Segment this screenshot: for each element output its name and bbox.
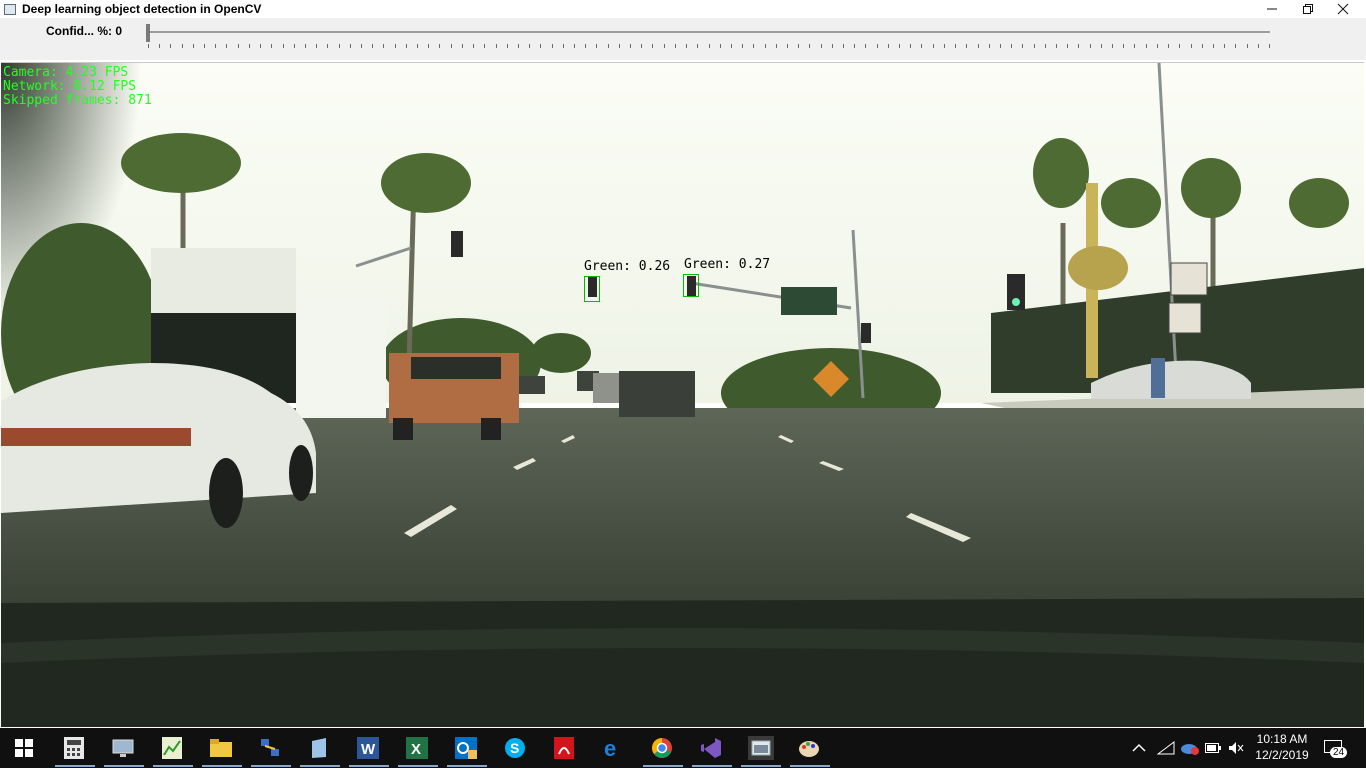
network-fps-text: Network: 0.12 FPS [3, 79, 137, 94]
no-right-turn-sign [1170, 262, 1208, 296]
skipped-frames-text: Skipped frames: 871 [3, 93, 152, 108]
confidence-trackbar-panel: Confid... %: 0 [0, 18, 1366, 60]
opencv-window-icon[interactable] [748, 736, 774, 760]
volume-tray[interactable] [1228, 728, 1244, 768]
excel-icon[interactable]: X [405, 736, 429, 760]
running-indicator-network [251, 765, 291, 767]
close-button[interactable] [1320, 0, 1366, 18]
wifi-tray[interactable] [1157, 728, 1175, 768]
pickup-window [411, 357, 501, 379]
pedestrian [1151, 358, 1165, 398]
trackbar-label: Confid... %: 0 [46, 24, 122, 38]
cloud-error-icon [1181, 744, 1199, 755]
skype-icon[interactable]: S [503, 736, 527, 760]
onedrive-tray[interactable] [1180, 728, 1200, 768]
trackbar-ticks [148, 44, 1270, 48]
volume-muted-icon [1229, 742, 1244, 754]
taskbar: W X S e 10:18 AM 12/2/2019 24 [0, 728, 1366, 768]
acrobat-icon[interactable] [552, 736, 576, 760]
trackbar-thumb[interactable] [146, 24, 150, 42]
battery-tray[interactable] [1205, 728, 1221, 768]
close-icon [1337, 3, 1349, 15]
paint-icon[interactable] [797, 736, 821, 760]
running-indicator-file-explorer [202, 765, 242, 767]
running-indicator-visual-studio [692, 765, 732, 767]
running-indicator-notepad [300, 765, 340, 767]
no-parking-sign [1168, 302, 1202, 334]
restore-icon [1303, 4, 1313, 14]
minimize-icon [1267, 8, 1277, 10]
window-title: Deep learning object detection in OpenCV [22, 2, 262, 16]
detection-box-2 [683, 274, 699, 297]
running-indicator-outlook [447, 765, 487, 767]
wifi-icon [1157, 741, 1175, 755]
clock-date: 12/2/2019 [1255, 748, 1309, 762]
file-explorer-icon[interactable] [209, 736, 233, 760]
remote-desktop-icon[interactable] [111, 736, 135, 760]
edge-icon[interactable]: e [601, 736, 625, 760]
fps-overlay: Camera: 4.23 FPS Network: 0.12 FPS Skipped… [3, 66, 152, 108]
box-truck-side [296, 293, 386, 418]
app-icon [4, 3, 16, 15]
camera-fps-text: Camera: 4.23 FPS [3, 65, 129, 80]
dashboard [1, 598, 1364, 727]
word-icon[interactable]: W [356, 736, 380, 760]
street-sign [781, 287, 837, 315]
action-center[interactable]: 24 [1324, 728, 1348, 768]
task-manager-icon[interactable] [160, 736, 184, 760]
detection-label-1: Green: 0.26 [584, 259, 671, 274]
show-hidden-icons[interactable] [1132, 728, 1146, 768]
outlook-icon[interactable] [454, 736, 478, 760]
running-indicator-word [349, 765, 389, 767]
running-indicator-paint [790, 765, 830, 767]
network-icon[interactable] [258, 736, 282, 760]
calculator-icon[interactable] [62, 736, 86, 760]
taskbar-clock[interactable]: 10:18 AM 12/2/2019 [1248, 731, 1316, 763]
svg-text:e: e [604, 737, 616, 759]
video-frame: Camera: 4.23 FPS Network: 0.12 FPS Skipped… [1, 62, 1364, 727]
running-indicator-excel [398, 765, 438, 767]
running-indicator-opencv [741, 765, 781, 767]
battery-icon [1205, 743, 1221, 753]
store-sign [1068, 246, 1128, 290]
street-scene [1, 63, 1364, 727]
clock-time: 10:18 AM [1256, 732, 1308, 746]
visual-studio-icon[interactable] [699, 736, 723, 760]
svg-text:S: S [510, 740, 519, 756]
windows-start-icon[interactable] [12, 736, 36, 760]
white-car-taillights [1, 428, 191, 446]
svg-text:W: W [361, 741, 376, 758]
trackbar-track[interactable] [148, 31, 1270, 33]
svg-text:X: X [411, 741, 421, 758]
notification-badge: 24 [1330, 747, 1348, 758]
chevron-up-icon [1132, 743, 1146, 752]
running-indicator-remote-desktop [104, 765, 144, 767]
running-indicator-calculator [55, 765, 95, 767]
chrome-icon[interactable] [650, 736, 674, 760]
running-indicator-task-manager [153, 765, 193, 767]
detection-box-1 [584, 276, 600, 302]
detection-label-2: Green: 0.27 [684, 257, 771, 272]
window-titlebar: Deep learning object detection in OpenCV [0, 0, 1366, 18]
running-indicator-chrome [643, 765, 683, 767]
notepad-icon[interactable] [307, 736, 331, 760]
